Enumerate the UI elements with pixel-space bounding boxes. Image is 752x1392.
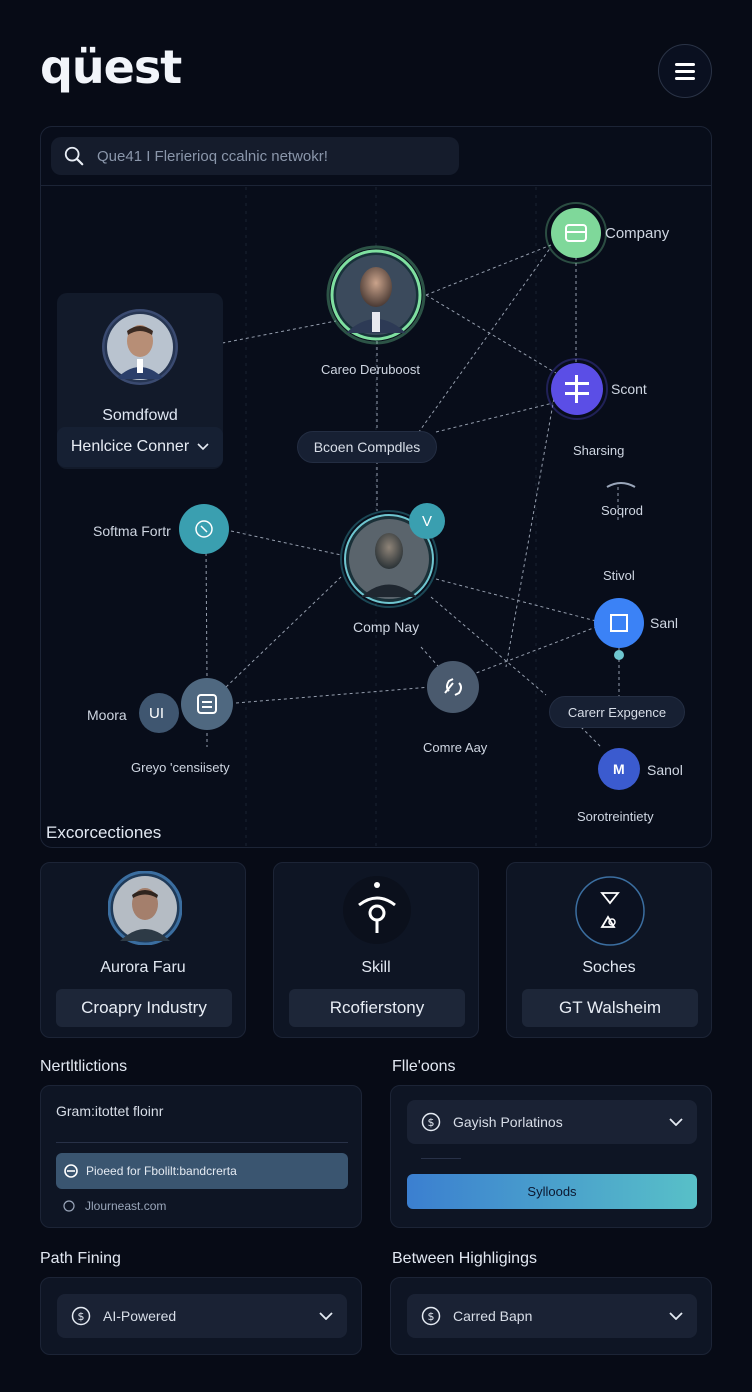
coin-icon: $: [71, 1306, 91, 1326]
divider: [56, 1142, 348, 1143]
path-finding-title: Path Fining: [40, 1250, 121, 1267]
notifications-panel: Gram:itottet floinr Pioeed for Fbolilt:b…: [40, 1085, 362, 1228]
card-label: Aurora Faru: [100, 959, 186, 976]
explorations-title: Excorcectiones: [46, 823, 162, 842]
path-finding-dropdown-label: AI-Powered: [103, 1308, 177, 1324]
avatar: [102, 309, 178, 385]
path-finding-panel: $ AI-Powered: [40, 1277, 362, 1355]
between-title: Between Highligings: [392, 1250, 537, 1267]
coin-icon: $: [421, 1112, 441, 1132]
svg-text:$: $: [78, 1310, 85, 1323]
scont-node[interactable]: [546, 358, 608, 420]
app-logo: qüest: [40, 40, 182, 94]
filters-panel: $ Gayish Porlatinos Sylloods: [390, 1085, 712, 1228]
card-button[interactable]: GT Walsheim: [522, 989, 698, 1027]
chevron-down-icon: [669, 1312, 683, 1320]
pill-brown-companies[interactable]: Bcoen Compdles: [297, 431, 437, 463]
label-company: Company: [605, 225, 670, 242]
search-bar[interactable]: [51, 137, 459, 175]
hamburger-icon: [675, 69, 695, 73]
card-label: Soches: [582, 959, 636, 976]
label-ui: UI: [149, 705, 164, 722]
filters-dropdown-label: Gayish Porlatinos: [453, 1114, 563, 1130]
link-node[interactable]: [427, 661, 479, 713]
hamburger-icon: [675, 62, 695, 66]
profile-select[interactable]: Henlcice Conner: [57, 427, 223, 467]
label-sharsing: Sharsing: [573, 443, 625, 458]
coin-icon: [63, 1200, 75, 1212]
profile-select-label: Henlcice Conner: [70, 438, 190, 455]
compass-icon: [64, 1164, 78, 1178]
notification-highlight[interactable]: Pioeed for Fbolilt:bandcrerta: [56, 1153, 348, 1189]
filters-title: Flle'oons: [392, 1058, 456, 1075]
company-node[interactable]: [545, 202, 607, 264]
chevron-down-icon: [197, 443, 209, 451]
notification-link[interactable]: Jlourneast.com: [63, 1199, 166, 1213]
coin-icon: $: [421, 1306, 441, 1326]
menu-button[interactable]: [658, 44, 712, 98]
avatar: [108, 871, 182, 945]
search-input[interactable]: [97, 147, 427, 165]
svg-text:$: $: [428, 1310, 435, 1323]
sanl-node[interactable]: [594, 598, 644, 648]
chevron-down-icon: [669, 1118, 683, 1126]
label-stivol: Stivol: [603, 568, 635, 583]
notification-link-label: Jlourneast.com: [85, 1199, 167, 1213]
label-scont: Scont: [611, 381, 647, 397]
label-sanl: Sanl: [650, 615, 679, 631]
network-graph-panel: Somdfowd Henlcice Conner Company Careo D…: [40, 126, 712, 848]
between-dropdown[interactable]: $ Carred Bapn: [407, 1294, 697, 1338]
divider: [41, 185, 711, 186]
between-dropdown-label: Carred Bapn: [453, 1308, 533, 1324]
explore-card-soches[interactable]: Soches GT Walsheim: [506, 862, 712, 1038]
card-label: Skill: [361, 959, 391, 976]
explore-card-person[interactable]: Aurora Faru Croapry Industry: [40, 862, 246, 1038]
label-sanol: Sanol: [647, 762, 683, 778]
card-button[interactable]: Rcofierstony: [289, 989, 465, 1027]
badge-m-label: M: [613, 761, 625, 777]
profile-card[interactable]: Somdfowd Henlcice Conner: [57, 293, 223, 469]
profile-name: Somdfowd: [102, 407, 178, 424]
divider: [421, 1158, 461, 1159]
node-career-person[interactable]: [326, 245, 426, 345]
card-button[interactable]: Croapry Industry: [56, 989, 232, 1027]
filters-apply-button[interactable]: Sylloods: [407, 1174, 697, 1209]
label-sorotreintiety: Sorotreintiety: [577, 809, 654, 824]
filters-dropdown[interactable]: $ Gayish Porlatinos: [407, 1100, 697, 1144]
notification-highlight-label: Pioeed for Fbolilt:bandcrerta: [86, 1164, 237, 1178]
between-panel: $ Carred Bapn: [390, 1277, 712, 1355]
soqrod-node: [606, 482, 636, 488]
label-greyo: Greyo 'censiisety: [131, 760, 230, 775]
book-node[interactable]: [181, 678, 233, 730]
label-career-dashboard: Careo Deruboost: [321, 362, 420, 377]
hamburger-icon: [675, 76, 695, 80]
svg-text:$: $: [428, 1116, 435, 1129]
notifications-heading: Gram:itottet floinr: [56, 1103, 164, 1119]
path-finding-dropdown[interactable]: $ AI-Powered: [57, 1294, 347, 1338]
label-moora: Moora: [87, 707, 127, 723]
label-comp-nay: Comp Nay: [353, 619, 420, 635]
notifications-title: Nertltlictions: [40, 1058, 128, 1075]
chevron-down-icon: [319, 1312, 333, 1320]
pill-career-expence[interactable]: Carerr Expgence: [549, 696, 685, 728]
label-softma: Softma Fortr: [93, 523, 171, 539]
search-icon: [64, 146, 84, 166]
badge-v-label: V: [422, 513, 433, 530]
label-comre-aay: Comre Aay: [423, 740, 488, 755]
label-soqrod: Soqrod: [601, 503, 643, 518]
softma-node[interactable]: [179, 504, 229, 554]
signal-icon: [343, 876, 411, 944]
explore-card-skill[interactable]: Skill Rcofierstony: [273, 862, 479, 1038]
triangle-icon: [575, 876, 645, 946]
